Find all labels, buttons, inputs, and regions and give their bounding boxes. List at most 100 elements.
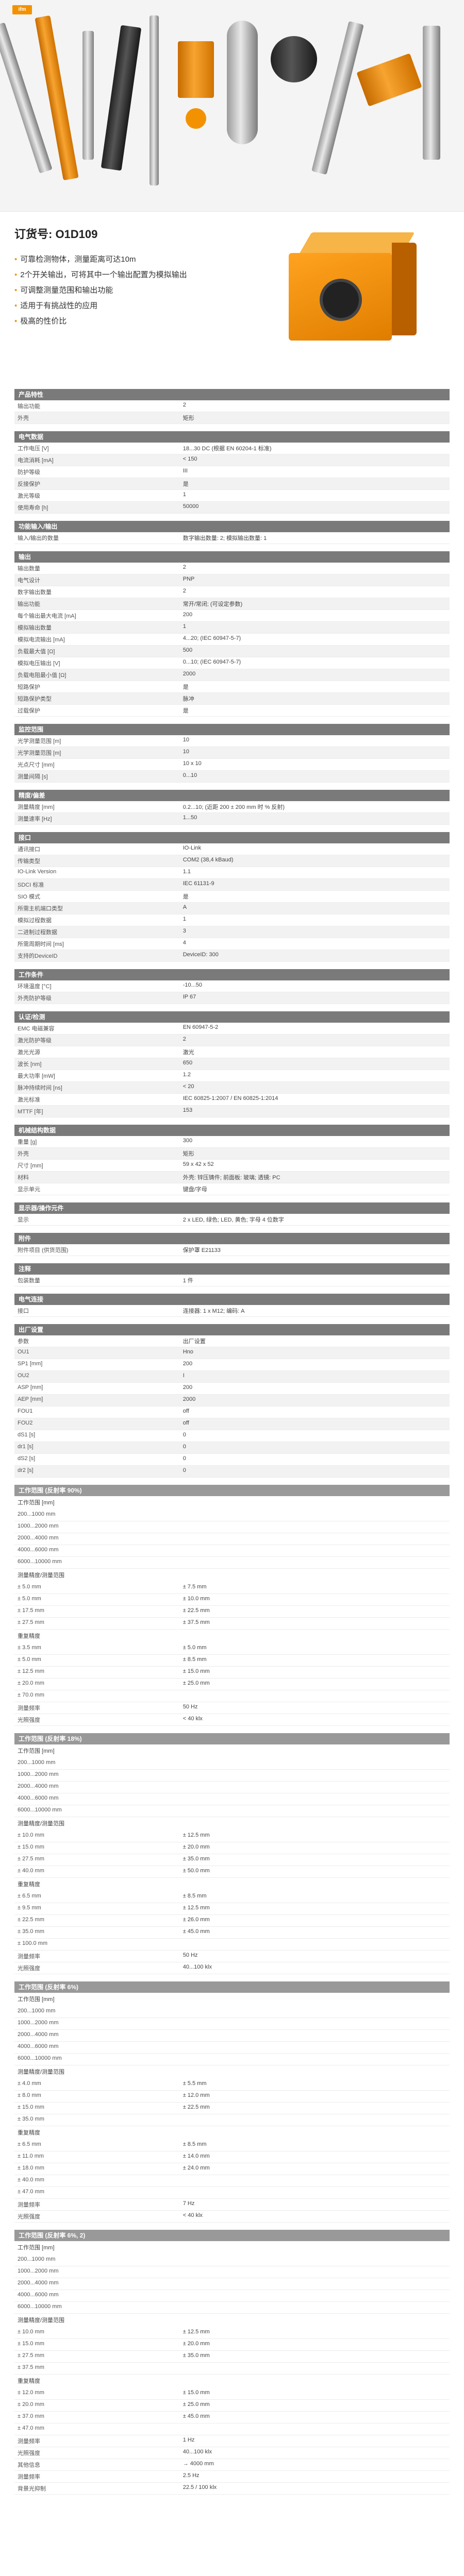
extra-label: 光照强度 [14,2210,180,2223]
extra-label: 光照强度 [14,1962,180,1974]
table-row: AEP [mm] 2000 [14,1394,450,1406]
spec-label: 每个输出最大电流 [mA] [14,609,180,622]
product-header: 订货号: O1D109 可靠检测物体，测量距离可达10m 2个开关输出，可将其中… [0,212,464,382]
table-row: 4000...6000 mm [14,1793,450,1805]
accuracy-value: ± 5.0 mm [14,1582,180,1594]
spec-value: 是 [179,704,450,717]
spec-label: 模拟电流输出 [mA] [14,633,180,646]
table-row: 参数 出厂设置 [14,1335,450,1347]
spec-value: 500 [179,645,450,657]
accuracy-table: ± 10.0 mm ± 12.5 mm ± 15.0 mm ± 20.0 mm ± 27… [14,1831,450,1878]
range-table: 200...1000 mm 1000...2000 mm 2000...4000 m… [14,1510,450,1569]
section-title: 注释 [14,1263,450,1275]
table-row: 其他信息 → 4000 mm [14,2459,450,2471]
spec-value: 153 [179,1105,450,1117]
spec-table: 工作电压 [V] 18...30 DC (根据 EN 60204-1 标准) 电流消… [14,443,450,514]
range-header: 工作范围 [mm] [18,1748,55,1754]
accuracy-value: ± 8.0 mm [14,2090,180,2103]
table-row: 测量频率 2.5 Hz [14,2470,450,2483]
spec-value: 0 [179,1453,450,1466]
extra-label: 测量频率 [14,2435,180,2447]
sensor-image-5 [150,15,159,185]
spec-value: 0...10 [179,770,450,783]
table-row: 2000...4000 mm [14,2029,450,2042]
spec-label: 负载最大值 [Ω] [14,645,180,657]
table-row: 测量频率 50 Hz [14,1702,450,1714]
table-row: dS1 [s] 0 [14,1430,450,1442]
spec-label: 参数 [14,1335,180,1347]
table-row: ± 10.0 mm ± 12.5 mm [14,2327,450,2339]
spec-value: 10 [179,735,450,747]
spec-value: PNP [179,574,450,586]
extra-label: 背景光抑制 [14,2482,180,2495]
accuracy-value: ± 20.0 mm [179,1842,450,1854]
range-value: 2000...4000 mm [14,2029,180,2042]
spec-label: 输出功能 [14,400,180,412]
spec-value: 0 [179,1465,450,1478]
accuracy-value: ± 35.0 mm [14,2114,180,2126]
range-title: 工作范围 (反射率 6%) [14,1981,450,1993]
range-empty [179,2266,450,2278]
table-row: ± 22.5 mm ± 26.0 mm [14,1914,450,1927]
spec-label: 模拟电压输出 [V] [14,657,180,669]
spec-label: EMC 电磁兼容 [14,1023,180,1035]
spec-label: 传输类型 [14,855,180,867]
spec-label: dS1 [s] [14,1430,180,1442]
table-row: ± 40.0 mm [14,2175,450,2187]
table-row: ± 17.5 mm ± 22.5 mm [14,1605,450,1618]
spec-label: AEP [mm] [14,1394,180,1406]
spec-table: 包装数量 1 件 [14,1275,450,1286]
repeatability-value: ± 24.0 mm [179,2163,450,2175]
product-banner: ifm [0,0,464,212]
table-row: 显示 2 x LED, 绿色; LED, 黄色; 字母 4 位数字 [14,1214,450,1226]
range-empty [179,2278,450,2290]
table-row: 光照强度 < 40 klx [14,2210,450,2223]
table-row: ± 18.0 mm ± 24.0 mm [14,2163,450,2175]
extra-value: 22.5 / 100 klx [179,2482,450,2495]
spec-label: 光点尺寸 [mm] [14,758,180,771]
repeatability-value: ± 45.0 mm [179,1926,450,1939]
table-row: 负载电阻最小值 [Ω] 2000 [14,669,450,681]
spec-value: 2 [179,400,450,412]
extra-value: 7 Hz [179,2199,450,2211]
repeatability-value: ± 37.0 mm [14,2411,180,2424]
table-row: ± 15.0 mm ± 20.0 mm [14,2338,450,2351]
table-row: SDCI 标准 IEC 61131-9 [14,878,450,891]
table-row: dr2 [s] 0 [14,1465,450,1478]
range-value: 200...1000 mm [14,2006,180,2018]
table-row: ± 37.5 mm [14,2362,450,2375]
spec-value: 0 [179,1442,450,1454]
spec-value: Hno [179,1347,450,1359]
extra-value: < 40 klx [179,1714,450,1726]
spec-sections: 产品特性 输出功能 2 外壳 矩形 电气数据 工作电压 [V] 18...30 DC (根据 … [0,389,464,1478]
table-row: 2000...4000 mm [14,2278,450,2290]
table-row: OU1 Hno [14,1347,450,1359]
table-row: 模拟电压输出 [V] 0...10; (IEC 60947-5-7) [14,657,450,669]
spec-label: 输出功能 [14,598,180,610]
repeatability-value: ± 40.0 mm [14,2175,180,2187]
spec-label: 测量精度 [mm] [14,801,180,813]
table-row: 模拟过程数据 1 [14,914,450,926]
repeatability-value: ± 5.0 mm [179,1643,450,1655]
sensor-image-7 [227,21,258,144]
accuracy-value: ± 27.5 mm [14,2350,180,2363]
spec-label: 使用寿命 [h] [14,501,180,514]
table-row: 光点尺寸 [mm] 10 x 10 [14,758,450,771]
spec-value: IEC 61131-9 [179,878,450,891]
spec-label: 测量间隔 [s] [14,770,180,783]
table-row: 6000...10000 mm [14,2301,450,2314]
spec-value: 0 [179,1430,450,1442]
spec-label: SIO 模式 [14,890,180,903]
accuracy-value: ± 15.0 mm [14,2338,180,2351]
repeatability-value: ± 47.0 mm [14,2187,180,2199]
spec-table: 输入/输出的数量 数字输出数量: 2; 模拟输出数量: 1 [14,532,450,544]
table-row: dS2 [s] 0 [14,1453,450,1466]
table-row: 200...1000 mm [14,1510,450,1521]
spec-value: 1 [179,914,450,926]
accuracy-value: ± 7.5 mm [179,1582,450,1594]
spec-label: 重量 [g] [14,1136,180,1148]
accuracy-header: 测量精度/测量范围 [18,2069,65,2075]
table-row: 数字输出数量 2 [14,586,450,598]
range-empty [179,1805,450,1817]
spec-value: 是 [179,890,450,903]
